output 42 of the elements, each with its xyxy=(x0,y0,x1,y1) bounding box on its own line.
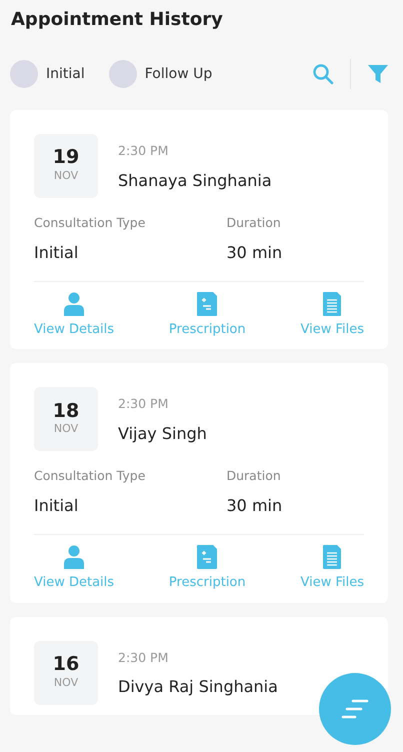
field-label: Consultation Type xyxy=(34,467,146,486)
view-details-button[interactable]: View Details xyxy=(34,545,114,592)
legend-dot xyxy=(108,60,137,88)
date-month: NOV xyxy=(54,168,78,184)
field-value: Initial xyxy=(34,242,80,264)
appointment-time: 2:30 PM xyxy=(118,142,170,160)
field-value: 30 min xyxy=(226,495,284,517)
file-icon xyxy=(323,292,342,316)
view-files-button[interactable]: View Files xyxy=(300,545,364,592)
legend-label: Follow Up xyxy=(144,64,212,84)
date-month: NOV xyxy=(54,421,78,438)
page-title: Appointment History xyxy=(10,8,224,32)
file-icon xyxy=(323,545,342,569)
prescription-button[interactable]: Prescription xyxy=(168,545,246,592)
field-value: Initial xyxy=(34,495,80,517)
view-details-button[interactable]: View Details xyxy=(34,292,114,340)
patient-name: Vijay Singh xyxy=(118,423,207,445)
view-files-button[interactable]: View Files xyxy=(300,292,364,340)
date-day: 19 xyxy=(52,147,80,168)
field-label: Duration xyxy=(226,467,282,486)
search-icon xyxy=(312,63,334,85)
appointment-time: 2:30 PM xyxy=(118,395,170,414)
date-month: NOV xyxy=(54,674,78,691)
search-button[interactable] xyxy=(312,63,334,85)
filter-button[interactable] xyxy=(367,64,389,84)
appointment-time: 2:30 PM xyxy=(118,648,170,666)
patient-name: Divya Raj Singhania xyxy=(118,676,278,698)
person-icon xyxy=(64,545,84,569)
patient-name: Shanaya Singhania xyxy=(118,170,272,192)
field-label: Duration xyxy=(226,214,282,232)
legend-label: Initial xyxy=(46,64,85,84)
legend-dot xyxy=(10,60,38,88)
sort-icon xyxy=(341,698,369,720)
date-day: 16 xyxy=(52,654,80,675)
person-icon xyxy=(64,292,84,316)
prescription-button[interactable]: Prescription xyxy=(168,292,246,340)
field-label: Consultation Type xyxy=(34,214,146,232)
prescription-icon xyxy=(197,545,218,569)
prescription-icon xyxy=(197,292,218,316)
field-value: 30 min xyxy=(226,242,284,264)
filter-icon xyxy=(367,64,389,84)
date-day: 18 xyxy=(52,400,80,422)
